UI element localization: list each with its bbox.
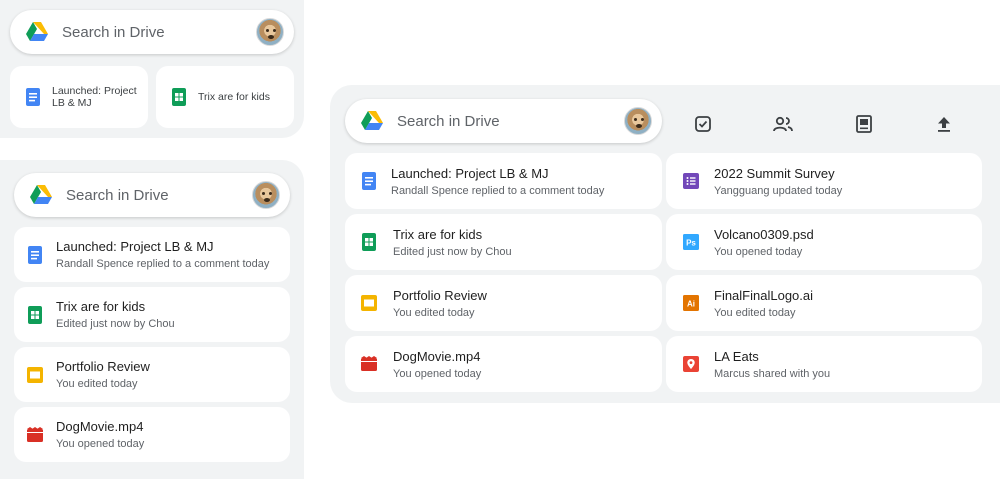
file-card[interactable]: Trix are for kids Edited just now by Cho… — [14, 287, 290, 342]
avatar[interactable] — [624, 107, 652, 135]
file-subtitle: Edited just now by Chou — [56, 318, 175, 330]
file-subtitle: Yangguang updated today — [714, 184, 843, 197]
file-title: 2022 Summit Survey — [714, 165, 835, 181]
scan-document-icon[interactable] — [853, 113, 875, 135]
file-card[interactable]: 2022 Summit Survey Yangguang updated tod… — [666, 153, 982, 209]
file-title: Volcano0309.psd — [714, 226, 814, 242]
file-card[interactable]: Ps Volcano0309.psd You opened today — [666, 214, 982, 270]
google-drive-logo-icon — [30, 185, 52, 204]
list-drive-widget: Search in Drive Launched: Project LB & M… — [0, 160, 304, 479]
file-card[interactable]: Trix are for kids — [156, 66, 294, 128]
file-subtitle: You edited today — [714, 306, 796, 319]
search-placeholder: Search in Drive — [62, 23, 165, 41]
video-file-icon — [361, 356, 377, 371]
google-drive-logo-icon — [26, 22, 48, 41]
google-docs-icon — [28, 245, 42, 264]
file-subtitle: Marcus shared with you — [714, 367, 831, 380]
video-file-icon — [27, 426, 43, 442]
illustrator-file-icon: Ai — [683, 295, 699, 311]
photoshop-badge: Ps — [686, 239, 696, 248]
google-sheets-icon — [362, 233, 376, 251]
file-card[interactable]: Ai FinalFinalLogo.ai You edited today — [666, 275, 982, 331]
file-subtitle: You opened today — [56, 438, 145, 450]
file-title: Portfolio Review — [393, 287, 487, 303]
file-subtitle: You opened today — [393, 367, 482, 380]
avatar[interactable] — [252, 181, 280, 209]
shared-people-icon[interactable] — [772, 113, 794, 135]
file-subtitle: Edited just now by Chou — [393, 245, 512, 258]
file-subtitle: You edited today — [56, 378, 138, 390]
google-slides-icon — [27, 366, 43, 383]
map-pin-file-icon — [683, 356, 699, 372]
file-title: Trix are for kids — [198, 91, 270, 103]
file-title: Trix are for kids — [393, 226, 483, 242]
search-bar[interactable]: Search in Drive — [14, 173, 290, 217]
file-title: Launched: Project LB & MJ — [52, 85, 137, 109]
compact-drive-widget: Search in Drive Launched: Project LB & M… — [0, 0, 304, 138]
avatar[interactable] — [256, 18, 284, 46]
file-subtitle: Randall Spence replied to a comment toda… — [391, 184, 605, 197]
file-title: DogMovie.mp4 — [393, 348, 481, 364]
file-card[interactable]: Launched: Project LB & MJ — [10, 66, 148, 128]
file-title: DogMovie.mp4 — [56, 419, 144, 434]
google-forms-icon — [683, 173, 699, 189]
search-bar[interactable]: Search in Drive — [345, 99, 662, 143]
search-placeholder: Search in Drive — [397, 112, 500, 130]
illustrator-badge: Ai — [687, 300, 695, 309]
task-check-icon[interactable] — [692, 113, 714, 135]
upload-icon[interactable] — [933, 113, 955, 135]
file-card[interactable]: Portfolio Review You edited today — [345, 275, 662, 331]
google-drive-logo-icon — [361, 111, 383, 130]
file-card[interactable]: Trix are for kids Edited just now by Cho… — [345, 214, 662, 270]
file-title: Launched: Project LB & MJ — [391, 165, 549, 181]
large-drive-widget: Search in Drive Launched: Project LB & M… — [330, 85, 1000, 403]
google-docs-icon — [26, 88, 40, 106]
file-card[interactable]: DogMovie.mp4 You opened today — [345, 336, 662, 392]
file-title: Launched: Project LB & MJ — [56, 239, 214, 254]
google-docs-icon — [362, 172, 376, 190]
file-card[interactable]: DogMovie.mp4 You opened today — [14, 407, 290, 462]
file-subtitle: Randall Spence replied to a comment toda… — [56, 258, 270, 270]
search-placeholder: Search in Drive — [66, 186, 169, 204]
google-sheets-icon — [28, 305, 42, 324]
file-subtitle: You edited today — [393, 306, 475, 319]
file-card[interactable]: Launched: Project LB & MJ Randall Spence… — [345, 153, 662, 209]
google-slides-icon — [361, 295, 377, 311]
search-bar[interactable]: Search in Drive — [10, 10, 294, 54]
file-title: Portfolio Review — [56, 359, 150, 374]
file-card[interactable]: Portfolio Review You edited today — [14, 347, 290, 402]
file-title: LA Eats — [714, 348, 759, 364]
file-title: FinalFinalLogo.ai — [714, 287, 814, 303]
file-card[interactable]: Launched: Project LB & MJ Randall Spence… — [14, 227, 290, 282]
photoshop-file-icon: Ps — [683, 234, 699, 250]
file-card[interactable]: LA Eats Marcus shared with you — [666, 336, 982, 392]
google-sheets-icon — [172, 88, 186, 106]
file-subtitle: You opened today — [714, 245, 803, 258]
file-title: Trix are for kids — [56, 299, 146, 314]
